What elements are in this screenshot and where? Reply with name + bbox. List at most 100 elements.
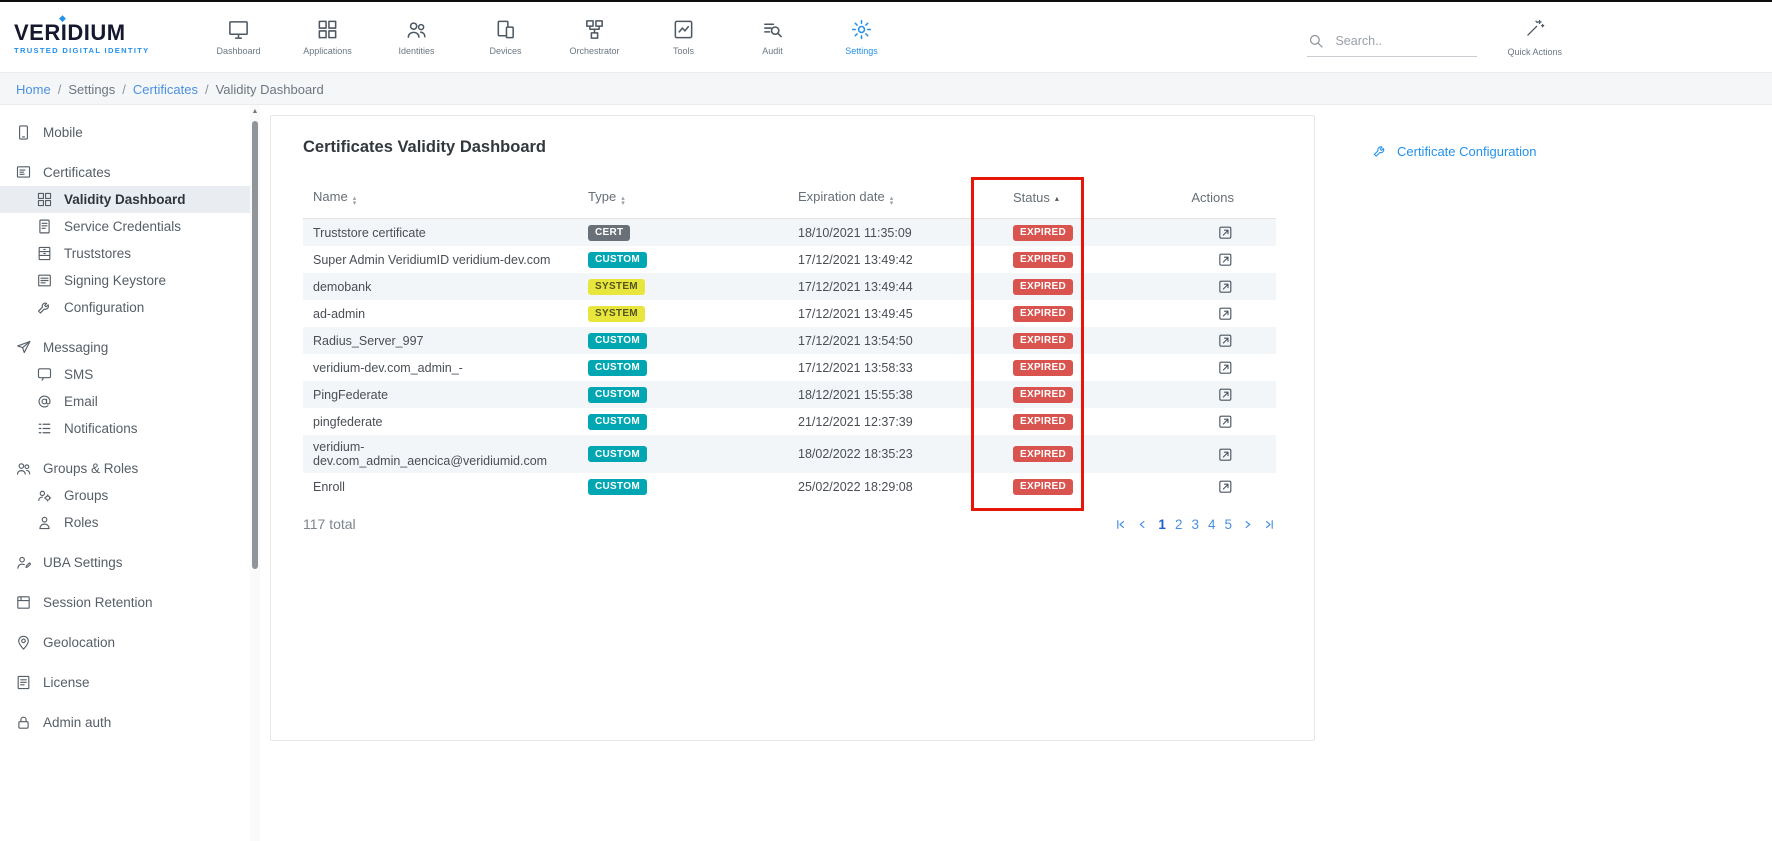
status-cell: EXPIRED [1003, 473, 1113, 500]
table-row: veridium-dev.com_admin_aencica@veridiumi… [303, 435, 1276, 473]
open-details-icon[interactable] [1217, 332, 1234, 349]
sidebar-item-uba-settings[interactable]: UBA Settings [0, 549, 250, 576]
sidebar-item-configuration[interactable]: Configuration [0, 294, 250, 321]
gear-icon [850, 18, 873, 41]
page-button-3[interactable]: 3 [1191, 517, 1199, 532]
column-header-name[interactable]: Name▴▾ [303, 183, 578, 219]
column-header-type[interactable]: Type▴▾ [578, 183, 788, 219]
nav-item-audit[interactable]: Audit [728, 18, 817, 56]
search-input[interactable] [1335, 34, 1461, 48]
type-badge: CUSTOM [588, 360, 647, 376]
sidebar-item-label: Admin auth [43, 715, 111, 730]
sidebar-item-license[interactable]: License [0, 669, 250, 696]
sidebar-item-label: Groups [64, 488, 108, 503]
sidebar-item-label: Email [64, 394, 98, 409]
open-details-icon[interactable] [1217, 446, 1234, 463]
sort-icon: ▴▾ [890, 197, 894, 206]
certificate-name: veridium-dev.com_admin_- [303, 354, 578, 381]
search-icon [1307, 32, 1325, 50]
page-button-4[interactable]: 4 [1208, 517, 1216, 532]
sidebar-scrollbar[interactable]: ▲ [250, 105, 260, 841]
open-details-icon[interactable] [1217, 478, 1234, 495]
breadcrumb-item-home[interactable]: Home [16, 82, 51, 97]
sidebar-item-messaging[interactable]: Messaging [0, 334, 250, 361]
nav-item-orchestrator[interactable]: Orchestrator [550, 18, 639, 56]
breadcrumb-item-certificates[interactable]: Certificates [133, 82, 198, 97]
certificate-name: Radius_Server_997 [303, 327, 578, 354]
status-cell: EXPIRED [1003, 381, 1113, 408]
open-details-icon[interactable] [1217, 413, 1234, 430]
last-page-icon[interactable] [1263, 518, 1276, 531]
nav-item-label: Audit [728, 46, 817, 56]
nav-item-label: Devices [461, 46, 550, 56]
sidebar-item-session-retention[interactable]: Session Retention [0, 589, 250, 616]
sidebar-item-validity-dashboard[interactable]: Validity Dashboard [0, 186, 250, 213]
page-button-1[interactable]: 1 [1158, 517, 1166, 532]
search-box [1307, 32, 1477, 57]
open-details-icon[interactable] [1217, 386, 1234, 403]
scrollbar-thumb[interactable] [252, 121, 258, 569]
table-row: veridium-dev.com_admin_- CUSTOM 17/12/20… [303, 354, 1276, 381]
sidebar-item-service-credentials[interactable]: Service Credentials [0, 213, 250, 240]
nav-item-applications[interactable]: Applications [283, 18, 372, 56]
status-cell: EXPIRED [1003, 327, 1113, 354]
nav-item-label: Tools [639, 46, 728, 56]
nav-item-identities[interactable]: Identities [372, 18, 461, 56]
first-page-icon[interactable] [1114, 518, 1127, 531]
expiration-date: 17/12/2021 13:49:42 [788, 246, 1003, 273]
main-card: Certificates Validity Dashboard Name▴▾Ty… [270, 115, 1315, 741]
sidebar-item-roles[interactable]: Roles [0, 509, 250, 536]
type-cell: CUSTOM [578, 327, 788, 354]
certificate-configuration-link[interactable]: Certificate Configuration [1372, 143, 1536, 159]
expiration-date: 21/12/2021 12:37:39 [788, 408, 1003, 435]
open-details-icon[interactable] [1217, 251, 1234, 268]
page-button-5[interactable]: 5 [1224, 517, 1232, 532]
expiration-date: 25/02/2022 18:29:08 [788, 473, 1003, 500]
sidebar-item-geolocation[interactable]: Geolocation [0, 629, 250, 656]
nav-item-settings[interactable]: Settings [817, 18, 906, 56]
sidebar-item-groups-roles[interactable]: Groups & Roles [0, 455, 250, 482]
breadcrumb-item-validity-dashboard: Validity Dashboard [216, 82, 324, 97]
type-badge: CUSTOM [588, 446, 647, 462]
expiration-date: 18/10/2021 11:35:09 [788, 219, 1003, 247]
sidebar-item-email[interactable]: Email [0, 388, 250, 415]
type-cell: CUSTOM [578, 354, 788, 381]
column-header-status[interactable]: Status▴ [1003, 183, 1113, 219]
grid-icon [316, 18, 339, 41]
open-details-icon[interactable] [1217, 305, 1234, 322]
sidebar-item-notifications[interactable]: Notifications [0, 415, 250, 442]
sidebar-item-label: UBA Settings [43, 555, 123, 570]
nav-item-label: Settings [817, 46, 906, 56]
nav-item-label: Identities [372, 46, 461, 56]
scrollbar-up-arrow[interactable]: ▲ [250, 105, 260, 115]
page-button-2[interactable]: 2 [1175, 517, 1183, 532]
sms-icon [36, 366, 53, 383]
open-details-icon[interactable] [1217, 359, 1234, 376]
table-row: Radius_Server_997 CUSTOM 17/12/2021 13:5… [303, 327, 1276, 354]
sidebar-item-admin-auth[interactable]: Admin auth [0, 709, 250, 736]
column-header-expiration-date[interactable]: Expiration date▴▾ [788, 183, 1003, 219]
sidebar-item-sms[interactable]: SMS [0, 361, 250, 388]
type-badge: CUSTOM [588, 252, 647, 268]
sidebar-item-signing-keystore[interactable]: Signing Keystore [0, 267, 250, 294]
nav-item-dashboard[interactable]: Dashboard [194, 18, 283, 56]
type-cell: CUSTOM [578, 473, 788, 500]
brand-tagline: TRUSTED DIGITAL IDENTITY [14, 46, 186, 55]
open-details-icon[interactable] [1217, 224, 1234, 241]
open-details-icon[interactable] [1217, 278, 1234, 295]
sidebar-item-label: Configuration [64, 300, 144, 315]
prev-page-icon[interactable] [1136, 518, 1149, 531]
status-cell: EXPIRED [1003, 300, 1113, 327]
nav-item-tools[interactable]: Tools [639, 18, 728, 56]
type-cell: SYSTEM [578, 300, 788, 327]
sidebar-item-truststores[interactable]: Truststores [0, 240, 250, 267]
next-page-icon[interactable] [1241, 518, 1254, 531]
nav-item-devices[interactable]: Devices [461, 18, 550, 56]
sidebar-item-groups[interactable]: Groups [0, 482, 250, 509]
quick-actions-button[interactable]: Quick Actions [1507, 18, 1562, 57]
status-badge: EXPIRED [1013, 333, 1073, 349]
sidebar-item-certificates[interactable]: Certificates [0, 159, 250, 186]
admin-auth-icon [15, 714, 32, 731]
tools-icon [672, 18, 695, 41]
sidebar-item-mobile[interactable]: Mobile [0, 119, 250, 146]
